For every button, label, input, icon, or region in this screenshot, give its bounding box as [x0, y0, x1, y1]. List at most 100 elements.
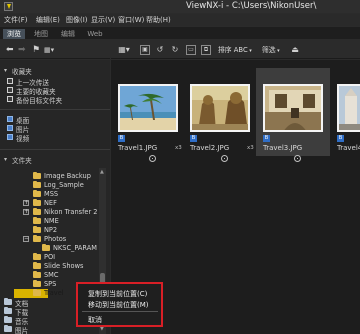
folder-icon: [33, 271, 41, 278]
menu-separator: [82, 311, 158, 312]
location-target-icon: [294, 155, 301, 162]
folder-label: Travel: [44, 289, 64, 297]
folder-nav-toolbar: ⬅ ➡ ⚑ ▦▾: [0, 42, 110, 59]
thumbnail-item-selected[interactable]: B Travel3.JPG: [256, 68, 330, 162]
divider: [0, 109, 110, 110]
thumbnail-filename: Travel2.JPG: [190, 144, 230, 152]
folder-tree-item[interactable]: NME: [0, 217, 99, 226]
temple-statue-photo: [192, 86, 248, 130]
photo-thumbnail-travel4[interactable]: [337, 84, 360, 132]
backup-folder-icon: [7, 96, 13, 102]
menu-image[interactable]: 图像(I): [66, 15, 88, 25]
menu-item-cancel[interactable]: 取消: [88, 315, 102, 325]
folder-tree-item[interactable]: + NEF: [0, 199, 99, 208]
folder-icon: [33, 190, 41, 197]
full-screen-icon[interactable]: ▣: [140, 45, 150, 55]
folder-icon: [33, 280, 41, 287]
folders-header[interactable]: ▾ 文件夹: [0, 155, 110, 165]
folder-icon: [4, 316, 12, 323]
folder-tree-item[interactable]: + Nikon Transfer 2: [0, 208, 99, 217]
folder-label: NKSC_PARAM: [53, 244, 97, 252]
folder-icon: [42, 244, 50, 251]
folder-tree-item[interactable]: NP2: [0, 226, 99, 235]
edited-badge-icon: B: [118, 135, 125, 142]
folder-icon: [4, 307, 12, 314]
grid-view-icon[interactable]: ▦▾: [117, 45, 131, 55]
collapse-icon[interactable]: −: [23, 236, 29, 242]
folder-label: NME: [44, 217, 59, 225]
folder-label: 图片: [15, 327, 29, 334]
scroll-up-icon[interactable]: ▲: [100, 169, 104, 175]
folder-tree-item[interactable]: POI: [0, 253, 99, 262]
back-arrow-icon[interactable]: ⬅: [6, 46, 14, 55]
menu-edit[interactable]: 编辑(E): [36, 15, 60, 25]
viewnx-logo-icon: [4, 2, 13, 11]
thumbnail-filename: Travel4.J: [337, 144, 360, 152]
folder-icon: [33, 226, 41, 233]
folder-label: SMC: [44, 271, 59, 279]
title-bar: ViewNX-i - C:\Users\NikonUser\: [0, 0, 360, 13]
edited-badge-icon: B: [337, 135, 344, 142]
tab-map[interactable]: 地图: [30, 29, 52, 39]
folder-tree-item-selected[interactable]: Travel: [14, 289, 64, 298]
menu-help[interactable]: 帮助(H): [146, 15, 171, 25]
folder-tree-item[interactable]: Log_Sample: [0, 181, 99, 190]
folder-menu-icon[interactable]: ▦▾: [44, 46, 54, 55]
folder-label: NEF: [44, 199, 57, 207]
favorites-add-icon[interactable]: ⚑: [32, 46, 40, 55]
tab-edit[interactable]: 编辑: [57, 29, 79, 39]
photo-thumbnail-travel2[interactable]: [190, 84, 250, 132]
folder-tree-item[interactable]: MSS: [0, 190, 99, 199]
photo-thumbnail-travel3[interactable]: [263, 84, 323, 132]
slideshow-icon[interactable]: ▭: [186, 45, 196, 55]
app-window: ViewNX-i - C:\Users\NikonUser\ 文件(F) 编辑(…: [0, 0, 360, 334]
thumbnail-item[interactable]: B Travel2.JPG x3: [183, 68, 256, 162]
menu-bar: 文件(F) 编辑(E) 图像(I) 显示(V) 窗口(W) 帮助(H): [0, 14, 360, 26]
thumbnail-item[interactable]: B Travel4.J: [330, 68, 360, 156]
stack-count: x3: [247, 145, 254, 151]
expand-icon[interactable]: +: [23, 209, 29, 215]
collapse-triangle-icon: ▾: [4, 67, 8, 74]
edited-badge-icon: B: [190, 135, 197, 142]
folder-icon: [33, 208, 41, 215]
collapse-triangle-icon: ▾: [4, 156, 8, 163]
photo-thumbnail-travel1[interactable]: [118, 84, 178, 132]
location-target-icon: [149, 155, 156, 162]
folder-tree-item[interactable]: − Photos: [0, 235, 99, 244]
folder-icon: [4, 325, 12, 332]
filter-dropdown[interactable]: 筛选: [262, 45, 280, 55]
folder-label: Photos: [44, 235, 67, 243]
divider: [0, 149, 110, 150]
rotate-right-icon[interactable]: ↻: [170, 45, 180, 55]
sort-dropdown[interactable]: 排序 ABC: [218, 45, 252, 55]
favorites-header[interactable]: ▾ 收藏夹: [0, 66, 110, 76]
folder-label: POI: [44, 253, 56, 261]
view-tabs: 浏览 地图 编辑 Web: [0, 27, 360, 39]
thumbnail-filename: Travel1.JPG: [118, 144, 158, 152]
folder-up-icon[interactable]: ⏏: [289, 45, 301, 55]
menu-file[interactable]: 文件(F): [4, 15, 28, 25]
forward-arrow-icon[interactable]: ➡: [18, 46, 26, 55]
folder-icon: [33, 289, 41, 296]
folder-tree-item[interactable]: NKSC_PARAM: [0, 244, 99, 253]
edited-badge-icon: B: [263, 135, 270, 142]
thumbnail-item[interactable]: B Travel1.JPG x3: [111, 68, 184, 162]
thumbnail-filename: Travel3.JPG: [263, 144, 303, 152]
folder-tree-item[interactable]: Image Backup: [0, 172, 99, 181]
menu-item-copy-here[interactable]: 复制到当前位置(C): [88, 289, 147, 299]
folder-icon: [33, 262, 41, 269]
menu-item-move-here[interactable]: 移动到当前位置(M): [88, 300, 149, 310]
rotate-left-icon[interactable]: ↺: [155, 45, 165, 55]
folder-icon: [33, 235, 41, 242]
expand-icon[interactable]: +: [23, 200, 29, 206]
menu-view[interactable]: 显示(V): [91, 15, 115, 25]
tab-browse[interactable]: 浏览: [3, 29, 25, 39]
menu-window[interactable]: 窗口(W): [118, 15, 144, 25]
folder-tree-item[interactable]: SMC: [0, 271, 99, 280]
tab-web[interactable]: Web: [84, 29, 106, 39]
folder-tree-item[interactable]: Slide Shows: [0, 262, 99, 271]
folder-label: Log_Sample: [44, 181, 84, 189]
tower-photo: [339, 86, 360, 130]
copy-icon[interactable]: ⧉: [201, 45, 211, 55]
folder-icon: [33, 217, 41, 224]
